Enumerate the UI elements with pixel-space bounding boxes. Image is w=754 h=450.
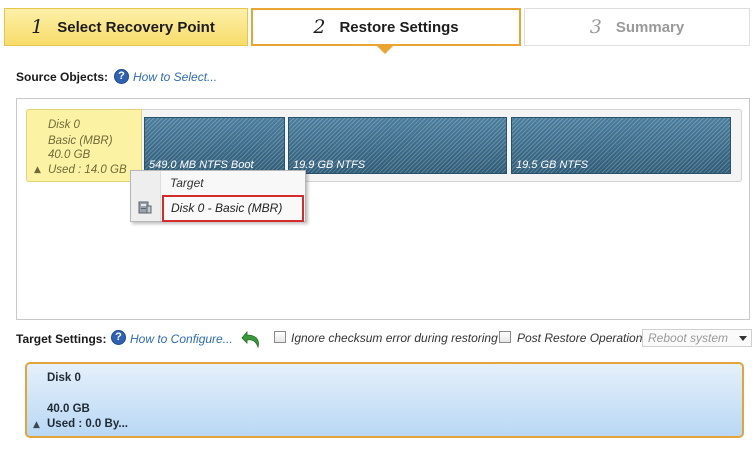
step-number: 2 [313, 16, 326, 38]
source-disk-info[interactable]: Disk 0 Basic (MBR) 40.0 GB ▲ Used : 14.0… [26, 109, 142, 182]
active-step-pointer [377, 46, 393, 54]
step-summary[interactable]: 3 Summary [524, 8, 750, 46]
popup-title: Target [170, 176, 204, 190]
popup-item-disk0[interactable]: Disk 0 - Basic (MBR) [162, 195, 304, 222]
step-number: 1 [31, 16, 44, 38]
target-disk-used: Used : 0.0 By... [47, 418, 128, 430]
post-restore-checkbox[interactable] [499, 331, 511, 343]
step-label: Summary [615, 18, 685, 36]
target-disk-name: Disk 0 [47, 372, 81, 384]
step-label: Restore Settings [339, 18, 459, 36]
help-icon[interactable]: ? [114, 69, 129, 84]
ignore-checksum-label: Ignore checksum error during restoring [291, 331, 498, 345]
disk-drive-icon [138, 201, 152, 214]
disk-used: Used : 14.0 GB [48, 164, 127, 176]
step-select-recovery-point[interactable]: 1 Select Recovery Point [4, 8, 248, 46]
how-to-select-link[interactable]: How to Select... [133, 70, 217, 84]
step-restore-settings[interactable]: 2 Restore Settings [251, 8, 521, 54]
partition-ntfs-2[interactable]: 19.5 GB NTFS [511, 117, 731, 174]
wizard-steps: 1 Select Recovery Point 2 Restore Settin… [0, 0, 754, 56]
post-restore-select-value: Reboot system [648, 331, 729, 345]
target-settings-label: Target Settings: [16, 332, 107, 346]
source-objects-label: Source Objects: [16, 70, 109, 84]
post-restore-label: Post Restore Operation [517, 331, 643, 345]
chevron-down-icon [739, 336, 747, 341]
used-arrow-icon: ▲ [34, 165, 41, 175]
disk-name: Disk 0 [48, 119, 80, 131]
target-disk-size: 40.0 GB [47, 403, 90, 415]
step-number: 3 [589, 16, 602, 38]
partition-boot[interactable]: 549.0 MB NTFS Boot [144, 117, 285, 174]
disk-type: Basic (MBR) [48, 135, 113, 147]
partition-ntfs-1[interactable]: 19.9 GB NTFS [288, 117, 507, 174]
used-arrow-icon: ▲ [33, 420, 40, 430]
partition-label: 19.5 GB NTFS [516, 159, 589, 171]
undo-icon[interactable] [241, 328, 263, 350]
target-disk-card[interactable] [25, 362, 744, 438]
post-restore-select[interactable]: Reboot system [642, 329, 752, 347]
ignore-checksum-checkbox[interactable] [274, 331, 286, 343]
step-label: Select Recovery Point [57, 18, 215, 36]
how-to-configure-link[interactable]: How to Configure... [130, 332, 233, 346]
help-icon[interactable]: ? [111, 330, 126, 345]
disk-size: 40.0 GB [48, 149, 91, 161]
